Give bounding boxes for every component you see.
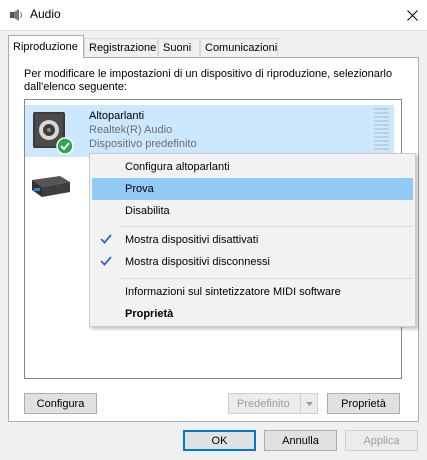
menu-separator [120,278,413,279]
volume-meter [374,108,389,154]
set-default-button[interactable]: Predefinito [228,393,318,414]
menu-item-properties[interactable]: Proprietà [92,303,413,325]
window-title: Audio [30,7,61,21]
tab-suoni[interactable]: Suoni [158,38,200,56]
menu-item-label: Disabilita [125,205,170,217]
menu-item-label: Prova [125,183,154,195]
tab-comunicazioni[interactable]: Comunicazioni [200,38,278,56]
tab-riproduzione[interactable]: Riproduzione [8,35,84,58]
menu-item-configure-speakers[interactable]: Configura altoparlanti [92,156,413,178]
speaker-app-icon [9,8,23,22]
title-bar [0,0,427,30]
check-icon [100,256,112,266]
menu-item-show-disconnected[interactable]: Mostra dispositivi disconnessi [92,251,413,273]
instructions-text: Per modificare le impostazioni di un dis… [24,68,393,93]
context-menu: Configura altoparlanti Prova Disabilita … [89,153,416,327]
speaker-icon [30,110,74,155]
close-icon [407,9,418,21]
apply-button[interactable]: Applica [345,430,418,451]
configure-button[interactable]: Configura [24,393,97,414]
set-default-label: Predefinito [237,397,290,410]
device-status: Dispositivo predefinito [89,138,197,150]
menu-item-disable[interactable]: Disabilita [92,200,413,222]
menu-item-label: Mostra dispositivi disconnessi [125,256,270,268]
chevron-down-icon[interactable] [300,394,317,413]
menu-item-show-disabled[interactable]: Mostra dispositivi disattivati [92,229,413,251]
ok-button[interactable]: OK [183,430,256,451]
device-name: Altoparlanti [89,110,145,122]
hdmi-device-icon [30,170,74,202]
close-button[interactable] [398,0,427,30]
menu-item-label: Mostra dispositivi disattivati [125,234,259,246]
device-driver: Realtek(R) Audio [89,124,173,136]
menu-item-test[interactable]: Prova [92,178,413,200]
tab-registrazione[interactable]: Registrazione [84,38,158,56]
menu-separator [120,226,413,227]
menu-item-label: Configura altoparlanti [125,161,230,173]
device-row-selected[interactable] [25,105,394,157]
menu-item-label: Informazioni sul sintetizzatore MIDI sof… [125,286,341,298]
menu-item-label: Proprietà [125,308,174,320]
properties-button[interactable]: Proprietà [327,393,400,414]
check-icon [100,234,112,244]
menu-item-midi-info[interactable]: Informazioni sul sintetizzatore MIDI sof… [92,281,413,303]
cancel-button[interactable]: Annulla [264,430,337,451]
